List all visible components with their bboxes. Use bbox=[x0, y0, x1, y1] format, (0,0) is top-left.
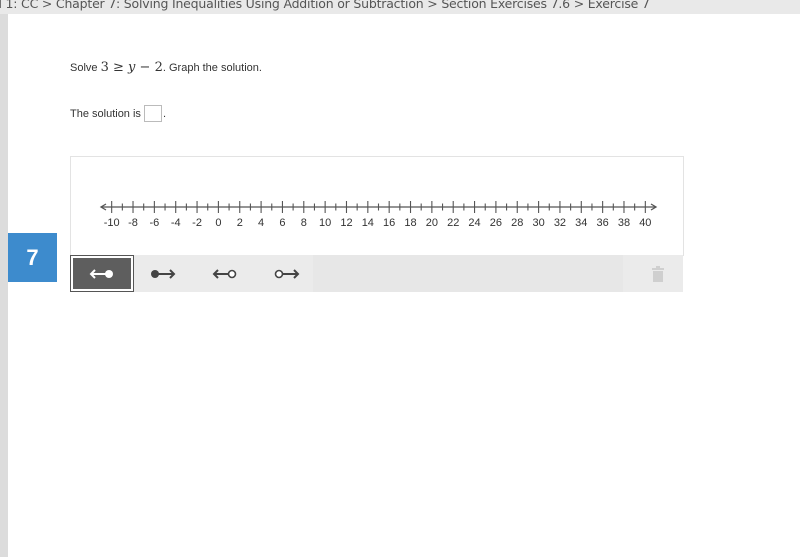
inequality: 3 ≥ y − 2 bbox=[101, 60, 163, 75]
tick-label: 18 bbox=[404, 217, 416, 229]
tick-label: 38 bbox=[618, 217, 630, 229]
tick-label: 22 bbox=[447, 217, 459, 229]
tick-label: 34 bbox=[575, 217, 587, 229]
tick-label: 32 bbox=[554, 217, 566, 229]
tool-right-ray-closed[interactable] bbox=[132, 255, 194, 292]
tick-label: 2 bbox=[237, 217, 243, 229]
inequality-variable: y bbox=[128, 60, 136, 75]
tick-label: 26 bbox=[490, 217, 502, 229]
left-ray-closed-icon bbox=[89, 268, 113, 279]
tick-label: 16 bbox=[383, 217, 395, 229]
inequality-relation: ≥ bbox=[113, 60, 124, 75]
tool-left-ray-closed[interactable] bbox=[70, 255, 134, 292]
tick-label: 8 bbox=[301, 217, 307, 229]
answer-line: The solution is . bbox=[70, 105, 166, 122]
answer-period: . bbox=[162, 107, 166, 120]
tick-label: 30 bbox=[532, 217, 544, 229]
toolbar-spacer bbox=[313, 255, 623, 292]
tool-right-ray-open[interactable] bbox=[256, 255, 318, 292]
tick-label: 10 bbox=[319, 217, 331, 229]
tick-label: -6 bbox=[149, 217, 159, 229]
tick-label: 20 bbox=[426, 217, 438, 229]
left-ray-open-icon bbox=[212, 268, 237, 279]
question-prefix: Solve bbox=[70, 62, 101, 74]
tick-label: 0 bbox=[215, 217, 221, 229]
tick-label: 4 bbox=[258, 217, 264, 229]
tool-left-ray-open[interactable] bbox=[194, 255, 256, 292]
tick-label: 14 bbox=[362, 217, 374, 229]
number-line-panel[interactable]: -10 -8 -6 -4 -2 0 2 4 6 8 10 12 14 16 18 20 22 24 26 28 30 32… bbox=[70, 156, 684, 256]
number-line[interactable]: -10 -8 -6 -4 -2 0 2 4 6 8 10 12 14 16 18 20 22 24 26 28 30 32… bbox=[71, 157, 683, 256]
tick-label: 40 bbox=[639, 217, 651, 229]
breadcrumb: d 1: CC > Chapter 7: Solving Inequalitie… bbox=[0, 0, 650, 11]
question-suffix: . Graph the solution. bbox=[162, 62, 262, 74]
question-text: Solve 3 ≥ y − 2. Graph the solution. bbox=[70, 60, 262, 75]
tick-label: -4 bbox=[171, 217, 181, 229]
answer-input[interactable] bbox=[143, 105, 162, 122]
inequality-minus: − bbox=[139, 60, 151, 75]
delete-button[interactable] bbox=[649, 265, 667, 283]
graph-toolbar bbox=[70, 255, 683, 292]
tick-label: 36 bbox=[597, 217, 609, 229]
trash-icon bbox=[652, 266, 664, 282]
tick-label: -8 bbox=[128, 217, 138, 229]
left-border bbox=[0, 14, 8, 557]
inequality-rhs: 2 bbox=[154, 60, 163, 75]
right-ray-closed-icon bbox=[151, 268, 176, 279]
tick-label: -2 bbox=[192, 217, 202, 229]
inequality-lhs: 3 bbox=[100, 60, 109, 75]
right-ray-open-icon bbox=[274, 268, 300, 279]
tick-label: 12 bbox=[340, 217, 352, 229]
answer-label: The solution is bbox=[70, 107, 141, 120]
tick-label: 24 bbox=[468, 217, 480, 229]
tick-label: -10 bbox=[104, 217, 120, 229]
question-number-badge: 7 bbox=[8, 233, 57, 282]
tick-label: 6 bbox=[279, 217, 285, 229]
tick-label: 28 bbox=[511, 217, 523, 229]
